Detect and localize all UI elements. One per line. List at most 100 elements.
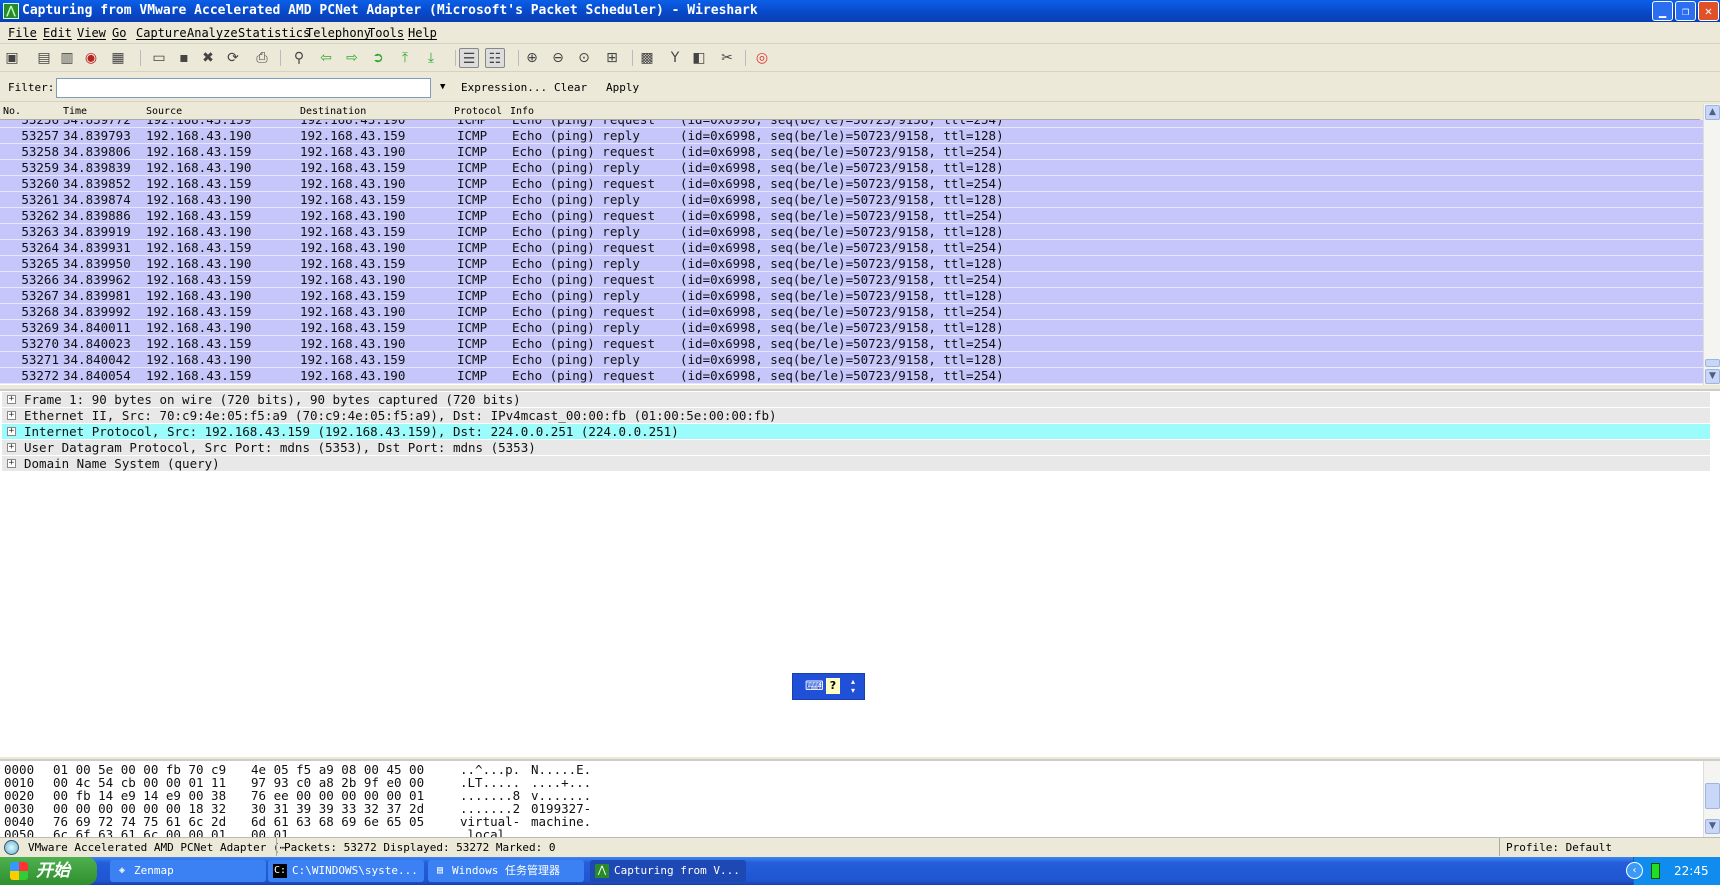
expand-icon[interactable]: + [7, 411, 16, 420]
expand-icon[interactable]: + [7, 443, 16, 452]
menu-capture[interactable]: Capture [136, 22, 187, 44]
first-packet-icon[interactable]: ⤒ [395, 48, 415, 68]
taskbar-button[interactable]: ▤ Windows 任务管理器 [428, 860, 584, 882]
menu-statistics[interactable]: Statistics [238, 22, 310, 44]
close-button[interactable]: ✕ [1698, 1, 1719, 21]
coloring-rules-icon[interactable]: ◧ [689, 48, 709, 68]
packet-list[interactable]: 5325634.839772192.168.43.159192.168.43.1… [0, 120, 1703, 385]
ascii-bytes[interactable]: machine. [531, 815, 591, 828]
stop-capture-icon[interactable]: ◉ [81, 48, 101, 68]
expression-button[interactable]: Expression... [461, 81, 547, 94]
apply-button[interactable]: Apply [606, 81, 639, 94]
packet-row[interactable]: 53262 34.839886 192.168.43.159 192.168.43.1… [0, 208, 1703, 224]
menu-edit[interactable]: Edit [43, 22, 72, 44]
scroll-thumb[interactable] [1705, 783, 1720, 809]
detail-row[interactable]: + Ethernet II, Src: 70:c9:4e:05:f5:a9 (70… [2, 408, 1710, 423]
ascii-bytes[interactable]: .local [460, 828, 505, 837]
capture-status-icon[interactable] [4, 840, 19, 855]
menu-analyze[interactable]: Analyze [187, 22, 238, 44]
scroll-thumb[interactable] [1705, 359, 1720, 367]
colorize-icon[interactable]: ☰ [459, 48, 479, 68]
minimize-button[interactable]: ▁ [1652, 1, 1673, 21]
options-arrow-icon[interactable]: ▴ ▾ [851, 677, 855, 695]
zoom-in-icon[interactable]: ⊕ [522, 48, 542, 68]
scroll-down-icon[interactable]: ▼ [1705, 369, 1720, 384]
column-header-time[interactable]: Time [63, 104, 87, 120]
menu-telephony[interactable]: Telephony [306, 22, 371, 44]
column-header-destination[interactable]: Destination [300, 104, 366, 120]
hex-bytes[interactable]: 00 01 [251, 828, 289, 837]
packet-row[interactable]: 53264 34.839931 192.168.43.159 192.168.43.1… [0, 240, 1703, 256]
packet-row[interactable]: 53272 34.840054 192.168.43.159 192.168.43.1… [0, 368, 1703, 384]
expand-icon[interactable]: + [7, 427, 16, 436]
detail-row[interactable]: + Domain Name System (query) [2, 456, 1710, 471]
start-capture-icon[interactable]: ▥ [57, 48, 77, 68]
taskbar-button[interactable]: ◈ Zenmap [110, 860, 266, 882]
expand-icon[interactable]: + [7, 459, 16, 468]
options-icon[interactable]: ▤ [34, 48, 54, 68]
menu-tools[interactable]: Tools [368, 22, 404, 44]
network-icon[interactable] [1651, 863, 1660, 879]
column-header-info[interactable]: Info [510, 104, 534, 120]
packet-row[interactable]: 53269 34.840011 192.168.43.190 192.168.43.1… [0, 320, 1703, 336]
packet-row[interactable]: 53265 34.839950 192.168.43.190 192.168.43.1… [0, 256, 1703, 272]
scroll-up-icon[interactable]: ▲ [1705, 105, 1720, 120]
column-header-source[interactable]: Source [146, 104, 182, 120]
find-icon[interactable]: ⚲ [289, 48, 309, 68]
display-filters-icon[interactable]: Y [665, 48, 685, 68]
menu-help[interactable]: Help [408, 22, 437, 44]
profile-status[interactable]: Profile: Default [1506, 838, 1612, 858]
detail-row[interactable]: + Internet Protocol, Src: 192.168.43.159 … [2, 424, 1710, 439]
packet-row[interactable]: 53267 34.839981 192.168.43.190 192.168.43.1… [0, 288, 1703, 304]
keyboard-icon[interactable]: ⌨ [805, 679, 824, 694]
taskbar-button[interactable]: ⋀ Capturing from V... [590, 860, 746, 882]
packet-row[interactable]: 53259 34.839839 192.168.43.190 192.168.43.1… [0, 160, 1703, 176]
start-button[interactable]: 开始 [0, 857, 97, 885]
packet-row[interactable]: 53258 34.839806 192.168.43.159 192.168.43.1… [0, 144, 1703, 160]
filter-input[interactable] [56, 78, 431, 98]
forward-icon[interactable]: ⇨ [342, 48, 362, 68]
column-header-protocol[interactable]: Protocol [454, 104, 502, 120]
zoom-out-icon[interactable]: ⊖ [548, 48, 568, 68]
taskbar-button[interactable]: C: C:\WINDOWS\syste... [268, 860, 424, 882]
clear-button[interactable]: Clear [554, 81, 587, 94]
menu-view[interactable]: View [77, 22, 106, 44]
hex-offset[interactable]: 0050 [4, 828, 34, 837]
interfaces-icon[interactable]: ▣ [2, 48, 22, 68]
help-icon[interactable]: ◎ [752, 48, 772, 68]
packet-row[interactable]: 53268 34.839992 192.168.43.159 192.168.43.1… [0, 304, 1703, 320]
resize-columns-icon[interactable]: ⊞ [602, 48, 622, 68]
auto-scroll-icon[interactable]: ☷ [485, 48, 505, 68]
packet-row[interactable]: 53266 34.839962 192.168.43.159 192.168.43.1… [0, 272, 1703, 288]
clock[interactable]: 22:45 [1674, 864, 1709, 878]
packet-row[interactable]: 53260 34.839852 192.168.43.159 192.168.43.1… [0, 176, 1703, 192]
capture-filters-icon[interactable]: ▩ [637, 48, 657, 68]
packet-row[interactable]: 53261 34.839874 192.168.43.190 192.168.43.1… [0, 192, 1703, 208]
packet-row[interactable]: 53256 34.839772 192.168.43.159 192.168.43.1… [0, 120, 1703, 128]
show-hidden-icons-button[interactable]: ‹ [1626, 862, 1643, 879]
packet-list-scrollbar[interactable]: ▲ ▼ [1703, 104, 1720, 385]
scroll-down-icon[interactable]: ▼ [1705, 819, 1720, 834]
help-icon[interactable]: ? [826, 678, 840, 694]
open-icon[interactable]: ▭ [149, 48, 169, 68]
close-icon[interactable]: ✖ [198, 48, 218, 68]
packet-row[interactable]: 53270 34.840023 192.168.43.159 192.168.43.1… [0, 336, 1703, 352]
back-icon[interactable]: ⇦ [316, 48, 336, 68]
packet-row[interactable]: 53257 34.839793 192.168.43.190 192.168.43.1… [0, 128, 1703, 144]
filter-dropdown-icon[interactable]: ▼ [440, 82, 445, 92]
packet-row[interactable]: 53271 34.840042 192.168.43.190 192.168.43.1… [0, 352, 1703, 368]
detail-row[interactable]: + User Datagram Protocol, Src Port: mdns … [2, 440, 1710, 455]
save-icon[interactable]: ▪ [174, 48, 194, 68]
zoom-normal-icon[interactable]: ⊙ [574, 48, 594, 68]
preferences-icon[interactable]: ✂ [717, 48, 737, 68]
restart-capture-icon[interactable]: ▦ [108, 48, 128, 68]
packet-row[interactable]: 53263 34.839919 192.168.43.190 192.168.43.1… [0, 224, 1703, 240]
hex-bytes[interactable]: 6c 6f 63 61 6c 00 00 01 [53, 828, 226, 837]
detail-row[interactable]: + Frame 1: 90 bytes on wire (720 bits), 9… [2, 392, 1710, 407]
column-header-no[interactable]: No. [3, 104, 21, 120]
print-icon[interactable]: ⎙ [252, 48, 272, 68]
menu-go[interactable]: Go [112, 22, 126, 44]
restore-button[interactable]: ❐ [1675, 1, 1696, 21]
menu-file[interactable]: File [8, 22, 37, 44]
go-to-packet-icon[interactable]: ➲ [368, 48, 388, 68]
